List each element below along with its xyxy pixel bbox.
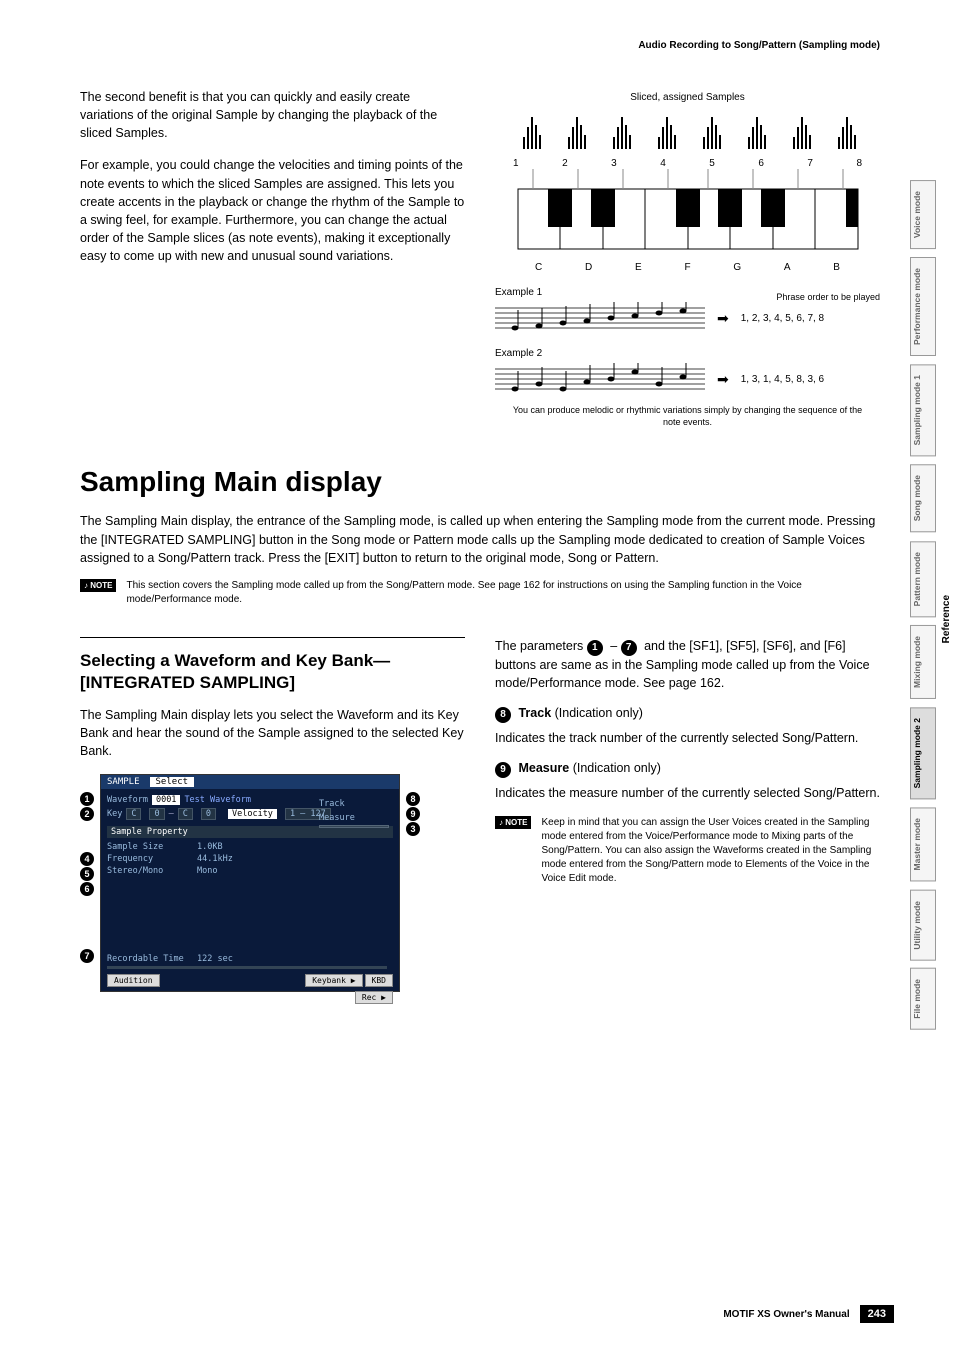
tab-pattern-mode[interactable]: Pattern mode [910, 541, 936, 617]
main-note: This section covers the Sampling mode ca… [126, 579, 880, 607]
callout-3: 3 [406, 822, 420, 836]
note-label: D [585, 262, 592, 273]
reference-label: Reference [941, 595, 952, 643]
arrow-icon: ➡ [717, 310, 729, 327]
scr-rectime-val: 122 sec [197, 954, 233, 964]
scr-key-label: Key [107, 809, 122, 819]
scr-prop-label: Sample Size [107, 842, 197, 852]
callout-9: 9 [406, 807, 420, 821]
param9-num: 9 [495, 762, 511, 778]
scr-btn-rec: Rec ▶ [355, 991, 393, 1004]
scr-prop-val: Mono [197, 866, 217, 876]
example2-title: Example 2 [495, 348, 880, 359]
note-icon: NOTE [495, 816, 531, 829]
scr-prop-label: Frequency [107, 854, 197, 864]
phrase-order-label: Phrase order to be played [776, 292, 880, 302]
params-intro: The parameters 1 – 7 and the [SF1], [SF5… [495, 637, 880, 692]
note-label: C [535, 262, 542, 273]
tab-master-mode[interactable]: Master mode [910, 807, 936, 881]
scr-key-val: – [169, 809, 174, 819]
scr-key-val: C [126, 808, 141, 820]
scr-key-val: 0 [201, 808, 216, 820]
subsection-para: The Sampling Main display lets you selec… [80, 706, 465, 760]
lower-note: Keep in mind that you can assign the Use… [541, 816, 880, 886]
page-title: Sampling Main display [80, 466, 880, 498]
scr-track-label: Track [319, 799, 389, 809]
scr-waveform-name: Test Waveform [184, 795, 251, 805]
note-icon: NOTE [80, 579, 116, 592]
staff-example2 [495, 363, 705, 395]
example2-order: 1, 3, 1, 4, 5, 8, 3, 6 [741, 374, 824, 385]
scr-prop-label: Stereo/Mono [107, 866, 197, 876]
tab-mixing-mode[interactable]: Mixing mode [910, 625, 936, 699]
callout-2: 2 [80, 807, 94, 821]
slice-num: 2 [562, 158, 568, 169]
note-label: A [784, 262, 791, 273]
scr-waveform-num: 0001 [152, 795, 180, 805]
scr-prop-val: 44.1kHz [197, 854, 233, 864]
scr-header-right: Select [150, 777, 195, 787]
scr-measure-label: Measure [319, 813, 389, 823]
example1-title: Example 1 [495, 287, 542, 298]
arrow-icon: ➡ [717, 371, 729, 388]
keyboard-graphic [508, 169, 868, 259]
tab-voice-mode[interactable]: Voice mode [910, 180, 936, 249]
intro-para-2: For example, you could change the veloci… [80, 156, 465, 265]
callout-6: 6 [80, 882, 94, 896]
main-intro: The Sampling Main display, the entrance … [80, 512, 880, 566]
note-label: B [833, 262, 840, 273]
display-screenshot: 1 2 4 5 6 7 8 9 3 SAMPLE Select Waveform [80, 774, 420, 992]
slice-num: 7 [807, 158, 813, 169]
callout-4: 4 [80, 852, 94, 866]
param9-name: Measure [518, 761, 569, 775]
param8-hint: (Indication only) [555, 706, 643, 720]
note-label: E [635, 262, 642, 273]
note-label: F [684, 262, 690, 273]
slice-num: 1 [513, 158, 519, 169]
scr-key-val: 0 [149, 808, 164, 820]
diagram-caption: You can produce melodic or rhythmic vari… [495, 405, 880, 428]
slice-num: 8 [856, 158, 862, 169]
scr-waveform-label: Waveform [107, 795, 148, 805]
param8-body: Indicates the track number of the curren… [495, 729, 880, 747]
header-breadcrumb: Audio Recording to Song/Pattern (Samplin… [638, 40, 880, 51]
scr-rectime-label: Recordable Time [107, 954, 197, 964]
staff-example1 [495, 302, 705, 334]
tab-sampling-mode-1[interactable]: Sampling mode 1 [910, 364, 936, 456]
param8-name: Track [518, 706, 551, 720]
callout-8: 8 [406, 792, 420, 806]
scr-key-val: C [178, 808, 193, 820]
slice-num: 6 [758, 158, 764, 169]
tab-song-mode[interactable]: Song mode [910, 464, 936, 532]
side-tabs: Voice mode Performance mode Sampling mod… [910, 180, 936, 1030]
param8-num: 8 [495, 707, 511, 723]
slice-num: 5 [709, 158, 715, 169]
diagram-title: Sliced, assigned Samples [495, 92, 880, 103]
slice-diagram: Sliced, assigned Samples 1 2 3 4 [495, 88, 880, 428]
tab-performance-mode[interactable]: Performance mode [910, 257, 936, 356]
param9-body: Indicates the measure number of the curr… [495, 784, 880, 802]
slice-num: 3 [611, 158, 617, 169]
slice-num: 4 [660, 158, 666, 169]
callout-1: 1 [80, 792, 94, 806]
scr-prop-val: 1.0KB [197, 842, 223, 852]
scr-header-left: SAMPLE [107, 777, 140, 787]
scr-velocity-label: Velocity [228, 809, 277, 819]
tab-file-mode[interactable]: File mode [910, 968, 936, 1030]
footer-page: 243 [860, 1305, 894, 1323]
scr-btn-keybank: Keybank ▶ [305, 974, 362, 987]
footer-manual: MOTIF XS Owner's Manual [723, 1309, 849, 1320]
tab-sampling-mode-2[interactable]: Sampling mode 2 [910, 707, 936, 799]
subsection-title: Selecting a Waveform and Key Bank—[INTEG… [80, 650, 465, 694]
scr-btn-audition: Audition [107, 974, 160, 987]
example1-order: 1, 2, 3, 4, 5, 6, 7, 8 [741, 313, 824, 324]
callout-7: 7 [80, 949, 94, 963]
waveform-slices-graphic [508, 107, 868, 155]
intro-para-1: The second benefit is that you can quick… [80, 88, 465, 142]
scr-btn-kbd: KBD [365, 974, 393, 987]
note-label: G [733, 262, 741, 273]
param9-hint: (Indication only) [573, 761, 661, 775]
callout-5: 5 [80, 867, 94, 881]
tab-utility-mode[interactable]: Utility mode [910, 890, 936, 961]
